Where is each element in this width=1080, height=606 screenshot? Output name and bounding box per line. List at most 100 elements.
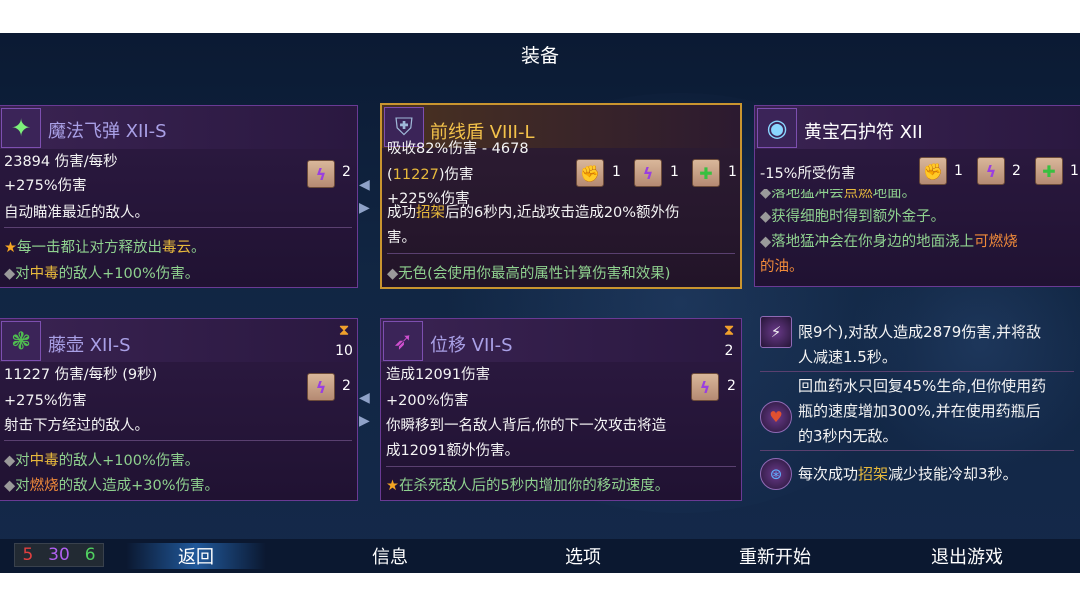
item-name: 位移 VII-S xyxy=(430,335,513,356)
item-damage: (11227)伤害 xyxy=(387,167,474,183)
item-mod-1: ◆获得细胞时得到额外金子。 xyxy=(760,209,946,225)
divider xyxy=(4,440,352,441)
mutation-3: 每次成功招架减少技能冷却3秒。 xyxy=(798,465,1018,483)
item-mod-0: ◆落地猛冲会点燃地面。 xyxy=(760,189,916,202)
mutation-icon-1: ⚡ xyxy=(760,316,792,348)
divider xyxy=(387,253,735,254)
diamond-icon: ◆ xyxy=(760,209,772,225)
diamond-icon: ◆ xyxy=(4,266,16,282)
item-name: 藤壶 XII-S xyxy=(48,335,131,356)
item-name: 黄宝石护符 XII xyxy=(804,122,923,143)
cooldown-hourglass-icon: ⧗ xyxy=(338,321,350,339)
scroll-tactics-icon: ✊ xyxy=(576,159,604,187)
item-description-line-1: 你瞬移到一名敌人背后,你的下一次攻击将造 xyxy=(386,418,667,434)
cooldown-value: 10 xyxy=(335,343,353,359)
diamond-icon: ◆ xyxy=(760,234,772,250)
scroll-brutality-icon: ϟ xyxy=(307,160,335,188)
item-mod-2: ◆落地猛冲会在你身边的地面浇上可燃烧 xyxy=(760,234,1018,250)
item-mod-1: ◆无色(会使用你最高的属性计算伤害和效果) xyxy=(387,266,671,282)
diamond-icon: ◆ xyxy=(4,478,16,494)
item-bonus: +200%伤害 xyxy=(386,393,469,409)
stat-tactics: 30 xyxy=(48,545,70,565)
diamond-icon: ◆ xyxy=(760,189,772,201)
arrow-left-icon: ◀ xyxy=(359,390,370,406)
mod-scroll-area[interactable]: ◆落地猛冲会点燃地面。 ◆获得细胞时得到额外金子。 ◆落地猛冲会在你身边的地面浇… xyxy=(755,189,1080,287)
item-mod-1: ★每一击都让对方释放出毒云。 xyxy=(4,240,206,256)
scroll-tactics-icon: ✊ xyxy=(919,157,947,185)
item-name: 魔法飞弹 XII-S xyxy=(48,121,167,142)
scroll-count: 2 xyxy=(727,378,736,394)
game-screen: 装备 ✦ 魔法飞弹 XII-S 23894 伤害/每秒 +275%伤害 ϟ 2 … xyxy=(0,33,1080,573)
mutation-2-line-3: 的3秒内无敌。 xyxy=(798,427,898,445)
scroll-count-3: 1 xyxy=(1070,163,1079,179)
divider xyxy=(386,466,736,467)
item-description: 自动瞄准最近的敌人。 xyxy=(4,205,149,221)
mutation-icon-2: ♥ xyxy=(760,401,792,433)
star-icon: ★ xyxy=(4,240,17,256)
mutation-1-line-2: 人减速1.5秒。 xyxy=(798,348,897,366)
scroll-survival-icon: ✚ xyxy=(692,159,720,187)
item-mod-1: ◆对中毒的敌人+100%伤害。 xyxy=(4,453,200,469)
item-absorb: 吸收82%伤害 - 4678 xyxy=(387,141,529,157)
item-dps: 23894 伤害/每秒 xyxy=(4,154,118,170)
mutation-2-line-1: 回血药水只回复45%生命,但你使用药 xyxy=(798,377,1047,395)
restart-button[interactable]: 重新开始 xyxy=(705,543,845,569)
amulet-icon: ◉ xyxy=(757,108,797,148)
item-bonus: +275%伤害 xyxy=(4,393,87,409)
item-card-magic-missile[interactable]: ✦ 魔法飞弹 XII-S 23894 伤害/每秒 +275%伤害 ϟ 2 自动瞄… xyxy=(0,105,358,288)
cooldown-value: 2 xyxy=(724,343,734,359)
scroll-count-3: 1 xyxy=(728,164,737,180)
item-description-line-2: 成12091额外伤害。 xyxy=(386,443,520,459)
divider xyxy=(4,227,352,228)
item-stat: -15%所受伤害 xyxy=(760,166,856,182)
item-damage: 造成12091伤害 xyxy=(386,367,491,383)
options-button[interactable]: 选项 xyxy=(513,543,653,569)
item-dps: 11227 伤害/每秒 (9秒) xyxy=(4,367,158,383)
scroll-count-2: 1 xyxy=(670,164,679,180)
arrow-right-icon: ▶ xyxy=(359,200,370,216)
mutation-icon-3: ⊛ xyxy=(760,458,792,490)
item-mod-2: ◆对中毒的敌人+100%伤害。 xyxy=(4,266,200,282)
item-card-front-line-shield[interactable]: ⛨ 前线盾 VIII-L 吸收82%伤害 - 4678 (11227)伤害 ✊ … xyxy=(380,103,742,289)
diamond-icon: ◆ xyxy=(4,453,16,469)
item-mod-2: ◆对燃烧的敌人造成+30%伤害。 xyxy=(4,478,220,494)
item-card-barnacle[interactable]: ❃ 藤壶 XII-S ⧗ 10 11227 伤害/每秒 (9秒) +275%伤害… xyxy=(0,318,358,501)
item-bonus: +275%伤害 xyxy=(4,178,87,194)
scroll-count-1: 1 xyxy=(612,164,621,180)
page-title: 装备 xyxy=(520,45,559,67)
scroll-count: 2 xyxy=(342,378,351,394)
item-description-line-1: 成功招架后的6秒内,近战攻击造成20%额外伤 xyxy=(387,205,680,221)
stat-survival: 6 xyxy=(84,545,96,565)
quit-game-button[interactable]: 退出游戏 xyxy=(897,543,1037,569)
item-card-topaz-amulet[interactable]: ◉ 黄宝石护符 XII -15%所受伤害 ✊ 1 ϟ 2 ✚ 1 ◆落地猛冲会点… xyxy=(754,105,1080,287)
barnacle-icon: ❃ xyxy=(1,321,41,361)
item-description-line-2: 害。 xyxy=(387,230,416,246)
diamond-icon: ◆ xyxy=(387,266,399,282)
mutation-1-line-1: 限9个),对敌人造成2879伤害,并将敌 xyxy=(798,323,1042,341)
item-mod-2-cont: 的油。 xyxy=(760,259,804,275)
arrow-left-icon: ◀ xyxy=(359,177,370,193)
divider xyxy=(760,371,1074,372)
info-button[interactable]: 信息 xyxy=(320,543,460,569)
phaser-icon: ➶ xyxy=(383,321,423,361)
cooldown-hourglass-icon: ⧗ xyxy=(723,321,735,339)
back-button[interactable]: 返回 xyxy=(126,543,266,569)
star-icon: ★ xyxy=(386,478,399,494)
stat-brutality: 5 xyxy=(22,545,34,565)
scroll-stats: 5 30 6 xyxy=(14,543,104,567)
scroll-survival-icon: ✚ xyxy=(1035,157,1063,185)
scroll-brutality-icon: ϟ xyxy=(977,157,1005,185)
scroll-count-1: 1 xyxy=(954,163,963,179)
scroll-brutality-icon: ϟ xyxy=(307,373,335,401)
arrow-right-icon: ▶ xyxy=(359,413,370,429)
mutation-2-line-2: 瓶的速度增加300%,并在使用药瓶后 xyxy=(798,402,1041,420)
item-card-phaser[interactable]: ➶ 位移 VII-S ⧗ 2 造成12091伤害 +200%伤害 ϟ 2 你瞬移… xyxy=(380,318,742,501)
scroll-count: 2 xyxy=(342,164,351,180)
item-description: 射击下方经过的敌人。 xyxy=(4,418,149,434)
scroll-brutality-icon: ϟ xyxy=(634,159,662,187)
scroll-count-2: 2 xyxy=(1012,163,1021,179)
mutations-panel[interactable]: ⚡ 限9个),对敌人造成2879伤害,并将敌 人减速1.5秒。 ♥ 回血药水只回… xyxy=(754,313,1080,503)
scroll-brutality-icon: ϟ xyxy=(691,373,719,401)
item-mod-1: ★在杀死敌人后的5秒内增加你的移动速度。 xyxy=(386,478,670,494)
divider xyxy=(760,450,1074,451)
